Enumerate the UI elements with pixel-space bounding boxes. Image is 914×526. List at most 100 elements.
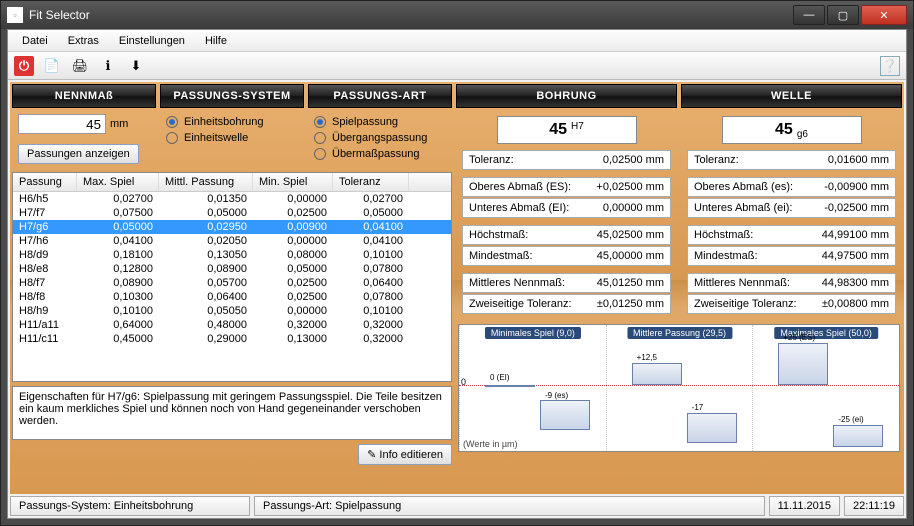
col-mean[interactable]: Mittl. Passung bbox=[159, 173, 253, 191]
shaft-display: 45g6 bbox=[722, 116, 862, 144]
cell-min: 0,00000 bbox=[253, 192, 333, 206]
cell-tol: 0,05000 bbox=[333, 206, 409, 220]
shaft-min-label: Mindestmaß: bbox=[688, 250, 816, 262]
minimize-button[interactable]: — bbox=[793, 5, 825, 25]
menu-extras[interactable]: Extras bbox=[58, 32, 109, 50]
bore-bil-value: ±0,01250 mm bbox=[591, 298, 670, 310]
main-canvas: NENNMAß mm Passungen anzeigen P bbox=[10, 82, 904, 494]
cell-fit: H7/f7 bbox=[13, 206, 77, 220]
chart-label: +25 (ES) bbox=[783, 333, 815, 342]
close-button[interactable]: ✕ bbox=[861, 5, 907, 25]
table-body[interactable]: H6/h50,027000,013500,000000,02700H7/f70,… bbox=[13, 192, 451, 381]
col-fit[interactable]: Passung bbox=[13, 173, 77, 191]
chart-label: -17 bbox=[692, 403, 704, 412]
shaft-ei-value: -0,02500 mm bbox=[818, 202, 895, 214]
table-row[interactable]: H11/a110,640000,480000,320000,32000 bbox=[13, 318, 451, 332]
bore-values: Toleranz:0,02500 mm Oberes Abmaß (ES):+0… bbox=[456, 150, 677, 322]
info-icon[interactable]: ℹ bbox=[98, 56, 118, 76]
col-min[interactable]: Min. Spiel bbox=[253, 173, 333, 191]
cell-min: 0,02500 bbox=[253, 206, 333, 220]
cell-max: 0,04100 bbox=[77, 234, 159, 248]
header-shaft: WELLE bbox=[681, 84, 902, 108]
table-row[interactable]: H7/g60,050000,029500,009000,04100 bbox=[13, 220, 451, 234]
radio-unit-shaft[interactable]: Einheitswelle bbox=[166, 130, 298, 146]
print-icon[interactable]: 🖨 bbox=[70, 56, 90, 76]
table-row[interactable]: H8/h90,101000,050500,000000,10100 bbox=[13, 304, 451, 318]
chart-label: -9 (es) bbox=[545, 391, 568, 400]
cell-min: 0,00900 bbox=[253, 220, 333, 234]
chart-bar bbox=[632, 363, 682, 385]
chart-bar bbox=[540, 400, 590, 430]
cell-mean: 0,05050 bbox=[159, 304, 253, 318]
cell-max: 0,10300 bbox=[77, 290, 159, 304]
menu-file[interactable]: Datei bbox=[12, 32, 58, 50]
radio-interference[interactable]: Übermaßpassung bbox=[314, 146, 446, 162]
cell-min: 0,02500 bbox=[253, 276, 333, 290]
radio-icon bbox=[166, 116, 178, 128]
cell-tol: 0,07800 bbox=[333, 262, 409, 276]
col-max[interactable]: Max. Spiel bbox=[77, 173, 159, 191]
radio-clearance[interactable]: Spielpassung bbox=[314, 114, 446, 130]
bore-max-value: 45,02500 mm bbox=[591, 229, 670, 241]
bore-mean-value: 45,01250 mm bbox=[591, 277, 670, 289]
bore-tol-value: 0,02500 mm bbox=[597, 154, 670, 166]
shaft-tol-label: Toleranz: bbox=[688, 154, 822, 166]
help-icon[interactable]: ❔ bbox=[880, 56, 900, 76]
cell-mean: 0,05700 bbox=[159, 276, 253, 290]
cell-min: 0,05000 bbox=[253, 262, 333, 276]
chart-mean: Mittlere Passung (29,5) +12,5 -17 bbox=[606, 325, 753, 451]
show-fits-button[interactable]: Passungen anzeigen bbox=[18, 144, 139, 164]
radio-icon bbox=[314, 132, 326, 144]
cell-fit: H8/h9 bbox=[13, 304, 77, 318]
bore-max-label: Höchstmaß: bbox=[463, 229, 591, 241]
cell-min: 0,00000 bbox=[253, 304, 333, 318]
shaft-min-value: 44,97500 mm bbox=[816, 250, 895, 262]
header-bore: BOHRUNG bbox=[456, 84, 677, 108]
menubar: Datei Extras Einstellungen Hilfe bbox=[8, 30, 906, 52]
menu-settings[interactable]: Einstellungen bbox=[109, 32, 195, 50]
radio-label: Übergangspassung bbox=[332, 132, 427, 144]
table-row[interactable]: H8/f70,089000,057000,025000,06400 bbox=[13, 276, 451, 290]
table-row[interactable]: H8/f80,103000,064000,025000,07800 bbox=[13, 290, 451, 304]
bore-es-label: Oberes Abmaß (ES): bbox=[463, 181, 590, 193]
bore-column: BOHRUNG 45H7 Toleranz:0,02500 mm Oberes … bbox=[456, 84, 677, 322]
table-row[interactable]: H6/h50,027000,013500,000000,02700 bbox=[13, 192, 451, 206]
col-tol[interactable]: Toleranz bbox=[333, 173, 409, 191]
shaft-bil-label: Zweiseitige Toleranz: bbox=[688, 298, 816, 310]
edit-info-button[interactable]: ✎ Info editieren bbox=[358, 444, 452, 465]
table-row[interactable]: H7/f70,075000,050000,025000,05000 bbox=[13, 206, 451, 220]
status-date: 11.11.2015 bbox=[769, 496, 840, 516]
bore-mean-label: Mittleres Nennmaß: bbox=[463, 277, 591, 289]
right-panel: BOHRUNG 45H7 Toleranz:0,02500 mm Oberes … bbox=[456, 84, 902, 492]
cell-fit: H7/g6 bbox=[13, 220, 77, 234]
radio-unit-bore[interactable]: Einheitsbohrung bbox=[166, 114, 298, 130]
menu-help[interactable]: Hilfe bbox=[195, 32, 237, 50]
power-icon[interactable]: ⏻ bbox=[14, 56, 34, 76]
nominal-input[interactable] bbox=[18, 114, 106, 134]
shaft-max-label: Höchstmaß: bbox=[688, 229, 816, 241]
table-row[interactable]: H8/e80,128000,089000,050000,07800 bbox=[13, 262, 451, 276]
radio-transition[interactable]: Übergangspassung bbox=[314, 130, 446, 146]
chart-bar bbox=[778, 343, 828, 385]
cell-min: 0,02500 bbox=[253, 290, 333, 304]
cell-fit: H8/f7 bbox=[13, 276, 77, 290]
shaft-bil-value: ±0,00800 mm bbox=[816, 298, 895, 310]
chart-bar bbox=[833, 425, 883, 447]
copy-icon[interactable]: 📄 bbox=[42, 56, 62, 76]
app-window: ▫ Fit Selector — ▢ ✕ Datei Extras Einste… bbox=[0, 0, 914, 526]
table-row[interactable]: H7/h60,041000,020500,000000,04100 bbox=[13, 234, 451, 248]
maximize-button[interactable]: ▢ bbox=[827, 5, 859, 25]
status-type: Passungs-Art: Spielpassung bbox=[254, 496, 765, 516]
cell-tol: 0,07800 bbox=[333, 290, 409, 304]
cell-tol: 0,04100 bbox=[333, 234, 409, 248]
shaft-grade: g6 bbox=[797, 129, 808, 140]
titlebar[interactable]: ▫ Fit Selector — ▢ ✕ bbox=[1, 1, 913, 29]
client-area: Datei Extras Einstellungen Hilfe ⏻ 📄 🖨 ℹ… bbox=[7, 29, 907, 519]
table-row[interactable]: H8/d90,181000,130500,080000,10100 bbox=[13, 248, 451, 262]
export-icon[interactable]: ⬇ bbox=[126, 56, 146, 76]
cell-mean: 0,05000 bbox=[159, 206, 253, 220]
cell-fit: H8/e8 bbox=[13, 262, 77, 276]
chart-min: Minimales Spiel (9,0) 0 (EI) -9 (es) bbox=[459, 325, 606, 451]
cell-tol: 0,32000 bbox=[333, 332, 409, 346]
table-row[interactable]: H11/c110,450000,290000,130000,32000 bbox=[13, 332, 451, 346]
